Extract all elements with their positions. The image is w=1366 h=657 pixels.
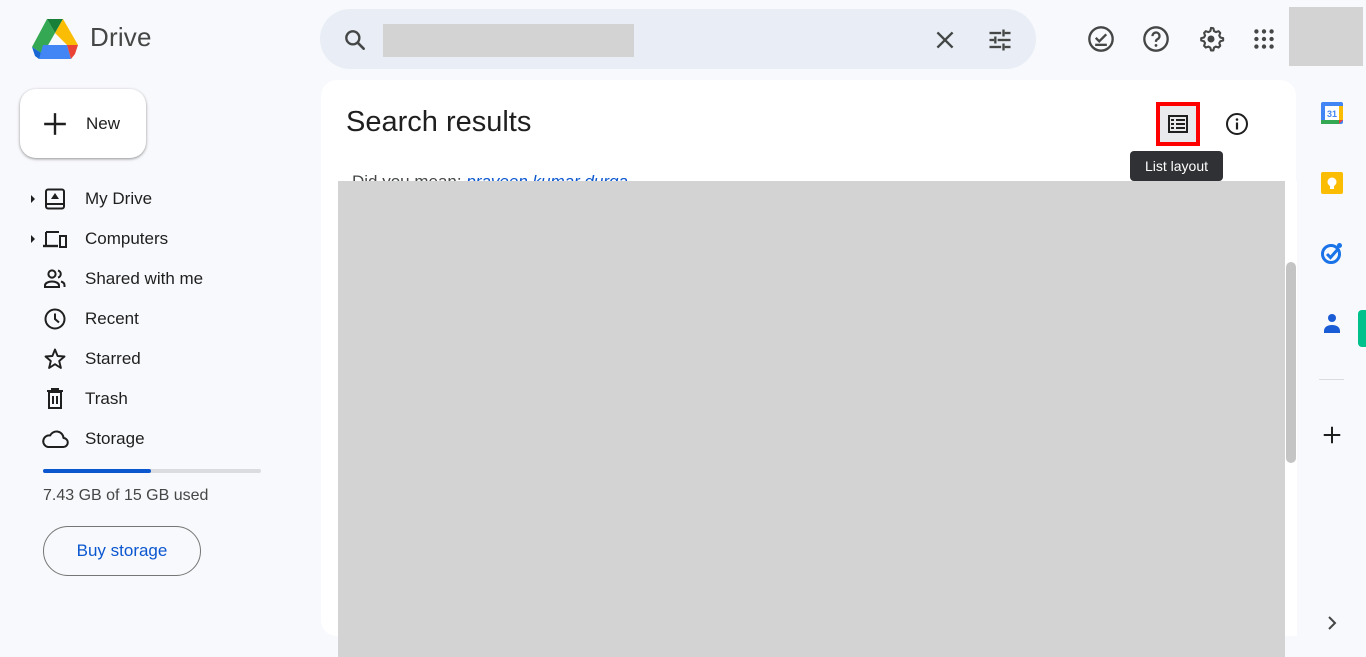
trash-icon [41, 387, 69, 411]
sidebar-item-label: Computers [85, 229, 169, 248]
list-layout-button[interactable] [1156, 102, 1200, 146]
sidebar-item-storage[interactable]: Storage [28, 419, 298, 459]
sidebar-item-label: Trash [85, 389, 128, 408]
account-avatar[interactable] [1289, 7, 1363, 66]
keep-icon[interactable] [1317, 168, 1347, 198]
clock-icon [41, 307, 69, 331]
search-input[interactable] [383, 24, 634, 57]
expand-caret-icon[interactable] [28, 194, 37, 204]
new-button-label: New [86, 113, 121, 133]
page-title: Search results [346, 106, 532, 138]
shared-icon [41, 267, 69, 291]
computers-icon [41, 227, 69, 251]
drive-logo-icon[interactable] [31, 18, 79, 60]
my-drive-icon [41, 187, 69, 211]
side-panel-active-indicator [1358, 310, 1366, 347]
expand-side-panel-icon[interactable] [1317, 608, 1347, 638]
info-icon [1226, 113, 1248, 135]
new-button[interactable]: New [20, 89, 146, 158]
search-options-icon[interactable] [986, 26, 1014, 54]
sidebar-item-recent[interactable]: Recent [28, 299, 298, 339]
sidebar-item-label: Shared with me [85, 269, 204, 288]
sidebar-item-computers[interactable]: Computers [28, 219, 298, 259]
sidebar-item-label: Starred [85, 349, 141, 368]
clear-search-icon[interactable] [932, 27, 958, 53]
sidebar-item-trash[interactable]: Trash [28, 379, 298, 419]
sidebar-item-my-drive[interactable]: My Drive [28, 179, 298, 219]
expand-caret-icon[interactable] [28, 234, 37, 244]
sidebar-item-label: My Drive [85, 189, 153, 208]
storage-usage-fill [43, 469, 151, 473]
search-icon[interactable] [342, 27, 368, 53]
calendar-icon[interactable]: 31 [1317, 98, 1347, 128]
buy-storage-button[interactable]: Buy storage [43, 526, 201, 576]
ready-for-offline-icon[interactable] [1086, 24, 1116, 54]
calendar-date: 31 [1327, 109, 1337, 119]
list-layout-tooltip: List layout [1130, 151, 1223, 181]
help-icon[interactable] [1141, 24, 1171, 54]
sidebar-item-shared-with-me[interactable]: Shared with me [28, 259, 298, 299]
view-details-button[interactable] [1222, 109, 1252, 139]
list-layout-icon [1168, 115, 1188, 133]
storage-usage-text: 7.43 GB of 15 GB used [43, 487, 209, 504]
contacts-icon[interactable] [1317, 308, 1347, 338]
star-icon [41, 347, 69, 371]
sidebar-item-starred[interactable]: Starred [28, 339, 298, 379]
plus-icon [44, 112, 66, 135]
get-addons-icon[interactable] [1317, 420, 1347, 450]
sidebar-item-label: Storage [85, 429, 145, 448]
apps-grid-icon[interactable] [1249, 24, 1279, 54]
sidebar-item-label: Recent [85, 309, 139, 328]
scrollbar-thumb[interactable] [1286, 262, 1296, 463]
app-name: Drive [90, 22, 152, 52]
side-panel-divider [1319, 379, 1344, 380]
tasks-icon[interactable] [1317, 238, 1347, 268]
settings-icon[interactable] [1196, 24, 1226, 54]
cloud-icon [41, 427, 69, 451]
search-results-area[interactable] [338, 181, 1285, 657]
storage-usage-bar [43, 469, 261, 473]
